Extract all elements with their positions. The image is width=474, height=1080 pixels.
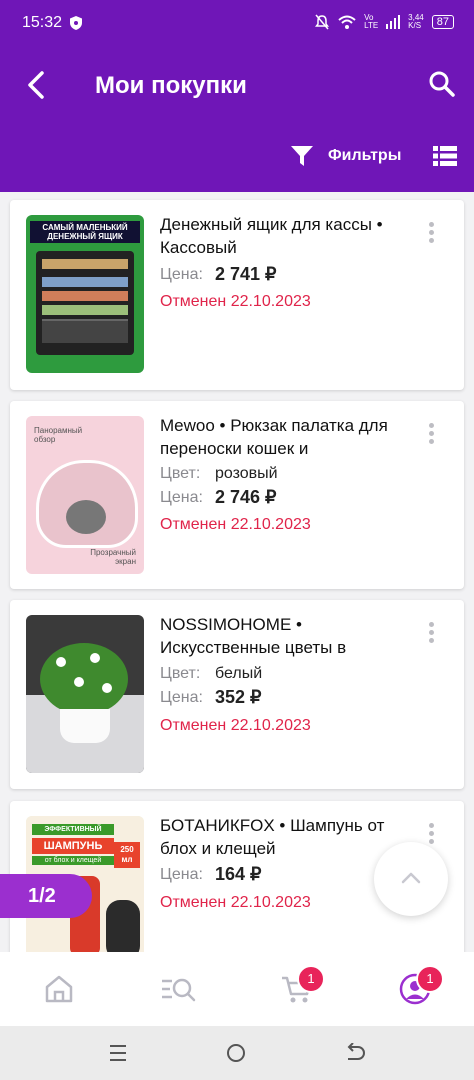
- thumb-caption: Панорамный обзор: [34, 426, 83, 444]
- color-row: Цвет: белый: [160, 665, 262, 683]
- color-label: Цвет:: [160, 465, 201, 482]
- color-row: Цвет: розовый: [160, 465, 278, 483]
- cash-drawer-drawing: [36, 251, 134, 355]
- search-icon[interactable]: [428, 70, 456, 98]
- price-row: Цена: 2 741 ₽: [160, 264, 277, 284]
- back-arrow-icon[interactable]: [24, 70, 50, 100]
- status-time: 15:32: [22, 14, 63, 31]
- circle-home-icon[interactable]: [226, 1043, 246, 1063]
- thumb-caption: Прозрачный экран: [90, 548, 136, 566]
- volume-badge: 250 мл: [114, 842, 140, 868]
- more-vertical-icon[interactable]: [426, 222, 436, 248]
- cart-badge: 1: [297, 965, 325, 993]
- order-status: Отменен 22.10.2023: [160, 293, 311, 310]
- price-value: 2 746 ₽: [215, 487, 277, 507]
- product-title[interactable]: NOSSIMOHOME • Искусственные цветы в: [160, 613, 400, 659]
- signal-icon: [386, 15, 401, 29]
- price-label: Цена:: [160, 689, 203, 706]
- product-title[interactable]: БОТАНИКFOX • Шампунь от блох и клещей: [160, 814, 400, 860]
- thumb-caption: от блох и клещей: [32, 856, 114, 865]
- scroll-to-top-button[interactable]: [374, 842, 448, 916]
- order-status: Отменен 22.10.2023: [160, 894, 311, 911]
- net-speed: 3,44 K/S: [408, 13, 424, 30]
- price-label: Цена:: [160, 266, 203, 283]
- price-row: Цена: 164 ₽: [160, 864, 262, 884]
- cat-drawing: [66, 500, 106, 534]
- price-label: Цена:: [160, 866, 203, 883]
- chevron-up-icon: [401, 872, 421, 884]
- color-label: Цвет:: [160, 665, 201, 682]
- price-row: Цена: 2 746 ₽: [160, 487, 277, 507]
- return-icon[interactable]: [344, 1043, 366, 1063]
- more-vertical-icon[interactable]: [426, 423, 436, 449]
- bottom-nav: 1 1: [0, 952, 474, 1026]
- price-row: Цена: 352 ₽: [160, 687, 262, 707]
- shield-icon: [70, 16, 82, 30]
- purchase-card[interactable]: Панорамный обзор Прозрачный экран Mewoo • …: [10, 401, 464, 589]
- filter-funnel-icon[interactable]: [290, 144, 314, 168]
- profile-badge: 1: [416, 965, 444, 993]
- filters-button[interactable]: Фильтры: [328, 147, 401, 165]
- battery-indicator: 87: [431, 15, 454, 29]
- order-status: Отменен 22.10.2023: [160, 717, 311, 734]
- purchase-card[interactable]: NOSSIMOHOME • Искусственные цветы в Цвет…: [10, 600, 464, 789]
- page-title: Мои покупки: [95, 72, 247, 99]
- menu-icon[interactable]: [108, 1044, 128, 1062]
- price-value: 352 ₽: [215, 687, 262, 707]
- thumb-caption: ШАМПУНЬ: [32, 838, 114, 854]
- color-value: белый: [215, 665, 263, 682]
- catalog-search-icon[interactable]: [160, 972, 196, 1006]
- pot-drawing: [60, 709, 110, 743]
- home-icon[interactable]: [42, 972, 76, 1006]
- product-thumbnail: Панорамный обзор Прозрачный экран: [26, 416, 144, 574]
- status-icons: Vo LTE 3,44 K/S 87: [314, 14, 454, 30]
- product-title[interactable]: Mewoo • Рюкзак палатка для переноски кош…: [160, 414, 400, 460]
- product-title[interactable]: Денежный ящик для кассы • Кассовый: [160, 213, 400, 259]
- mute-icon: [315, 14, 330, 30]
- price-value: 2 741 ₽: [215, 264, 277, 284]
- status-bar: 15:32 Vo LTE 3,44 K/S 87: [0, 0, 474, 48]
- order-status: Отменен 22.10.2023: [160, 516, 311, 533]
- system-nav-bar: [0, 1026, 474, 1080]
- plant-drawing: [40, 643, 128, 715]
- app-header: Мои покупки Фильтры: [0, 48, 474, 192]
- product-thumbnail: САМЫЙ МАЛЕНЬКИЙ ДЕНЕЖНЫЙ ЯЩИК: [26, 215, 144, 373]
- lte-indicator: Vo LTE: [364, 13, 379, 30]
- thumb-caption: ЭФФЕКТИВНЫЙ: [32, 824, 114, 835]
- dog-drawing: [106, 900, 140, 960]
- list-view-icon[interactable]: [433, 146, 457, 166]
- price-value: 164 ₽: [215, 864, 262, 884]
- color-value: розовый: [215, 465, 278, 482]
- purchase-card[interactable]: САМЫЙ МАЛЕНЬКИЙ ДЕНЕЖНЫЙ ЯЩИК Денежный ящ…: [10, 200, 464, 390]
- thumb-caption: САМЫЙ МАЛЕНЬКИЙ ДЕНЕЖНЫЙ ЯЩИК: [30, 221, 140, 243]
- product-thumbnail: [26, 615, 144, 773]
- more-vertical-icon[interactable]: [426, 622, 436, 648]
- page-indicator: 1/2: [0, 874, 92, 918]
- price-label: Цена:: [160, 489, 203, 506]
- wifi-icon: [338, 15, 356, 29]
